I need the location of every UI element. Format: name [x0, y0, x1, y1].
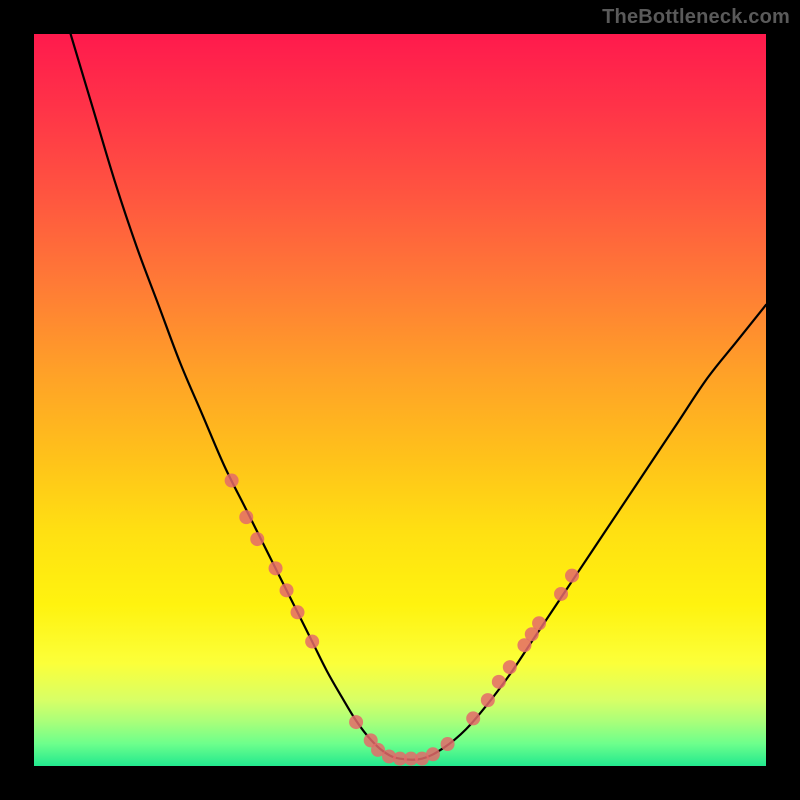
marker-dot — [291, 605, 305, 619]
watermark-text: TheBottleneck.com — [602, 6, 790, 29]
marker-dot — [554, 587, 568, 601]
marker-dot — [305, 635, 319, 649]
marker-dot — [466, 711, 480, 725]
bottleneck-curve — [71, 34, 766, 760]
marker-dot — [441, 737, 455, 751]
marker-dot — [250, 532, 264, 546]
marker-dot — [280, 583, 294, 597]
curve-group — [71, 34, 766, 760]
dot-group — [225, 474, 579, 766]
marker-dot — [225, 474, 239, 488]
marker-dot — [492, 675, 506, 689]
marker-dot — [532, 616, 546, 630]
marker-dot — [426, 747, 440, 761]
marker-dot — [269, 561, 283, 575]
marker-dot — [481, 693, 495, 707]
chart-svg — [34, 34, 766, 766]
plot-area — [34, 34, 766, 766]
marker-dot — [565, 569, 579, 583]
marker-dot — [349, 715, 363, 729]
marker-dot — [239, 510, 253, 524]
marker-dot — [503, 660, 517, 674]
